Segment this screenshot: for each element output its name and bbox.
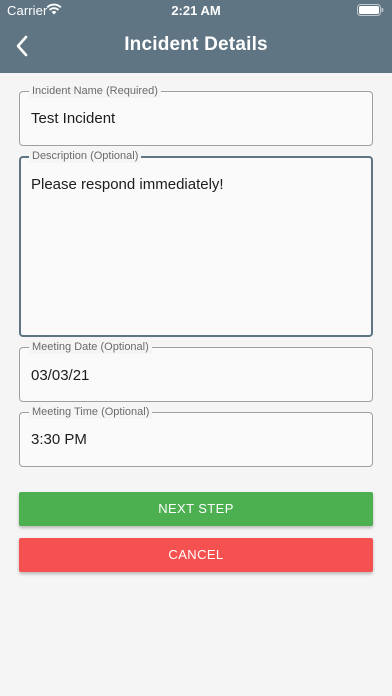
description-field[interactable]: Description (Optional) Please respond im…: [19, 150, 373, 337]
status-bar: Carrier 2:21 AM: [0, 0, 392, 20]
meeting-time-label: Meeting Time (Optional): [29, 406, 153, 419]
meeting-date-value: 03/03/21: [31, 367, 90, 384]
meeting-date-field[interactable]: Meeting Date (Optional) 03/03/21: [19, 341, 373, 402]
meeting-time-field[interactable]: Meeting Time (Optional) 3:30 PM: [19, 406, 373, 467]
incident-name-value: Test Incident: [31, 110, 116, 127]
incident-name-label: Incident Name (Required): [29, 85, 161, 98]
description-label: Description (Optional): [29, 150, 142, 163]
description-value: Please respond immediately!: [31, 176, 224, 193]
cancel-button[interactable]: CANCEL: [19, 538, 373, 572]
app-header: Carrier 2:21 AM Incident Details: [0, 0, 392, 73]
incident-name-field[interactable]: Incident Name (Required) Test Incident: [19, 85, 373, 146]
next-step-button[interactable]: NEXT STEP: [19, 492, 373, 526]
meeting-time-value: 3:30 PM: [31, 431, 87, 448]
navigation-bar: Incident Details: [0, 26, 392, 66]
battery-icon: [357, 4, 384, 16]
page-title: Incident Details: [124, 34, 268, 55]
meeting-date-label: Meeting Date (Optional): [29, 341, 152, 354]
status-time: 2:21 AM: [171, 3, 221, 18]
